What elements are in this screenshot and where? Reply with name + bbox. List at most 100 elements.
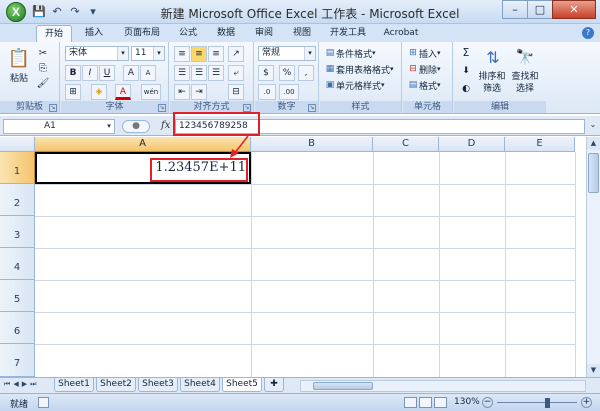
horizontal-scrollbar[interactable] bbox=[300, 380, 586, 392]
save-icon[interactable]: 💾 bbox=[32, 5, 46, 19]
paste-button[interactable]: 粘贴 bbox=[4, 71, 34, 84]
wrap-text-icon[interactable]: ⤶ bbox=[228, 65, 244, 81]
select-all-button[interactable] bbox=[0, 137, 35, 152]
page-break-view-icon[interactable] bbox=[434, 397, 447, 408]
column-header-d[interactable]: D bbox=[439, 137, 505, 152]
excel-logo-icon[interactable] bbox=[6, 2, 26, 22]
align-right-icon[interactable]: ☰ bbox=[208, 65, 224, 81]
page-layout-view-icon[interactable] bbox=[419, 397, 432, 408]
prev-sheet-icon[interactable]: ◀ bbox=[13, 380, 18, 389]
sheet-tab-2[interactable]: Sheet2 bbox=[96, 378, 136, 392]
tab-view[interactable]: 视图 bbox=[284, 25, 320, 42]
grow-font-button[interactable]: A bbox=[123, 65, 139, 81]
row-header-1[interactable]: 1 bbox=[0, 152, 35, 184]
column-header-c[interactable]: C bbox=[373, 137, 439, 152]
customize-qat-icon[interactable]: ▾ bbox=[86, 5, 100, 19]
increase-decimal-button[interactable]: .0 bbox=[258, 84, 276, 100]
alignment-launcher-icon[interactable]: ↘ bbox=[243, 104, 251, 112]
zoom-out-icon[interactable]: − bbox=[482, 397, 493, 408]
clipboard-launcher-icon[interactable]: ↘ bbox=[49, 104, 57, 112]
sheet-tab-3[interactable]: Sheet3 bbox=[138, 378, 178, 392]
sort-filter-icon[interactable]: ⇅ bbox=[480, 46, 506, 68]
last-sheet-icon[interactable]: ⏭ bbox=[30, 380, 36, 389]
zoom-slider-track[interactable] bbox=[497, 402, 577, 403]
align-center-icon[interactable]: ☰ bbox=[191, 65, 207, 81]
vertical-scrollbar[interactable]: ▲ ▼ bbox=[586, 137, 600, 377]
clear-icon[interactable]: ◐ bbox=[458, 82, 474, 98]
font-name-select[interactable]: 宋体 ▾ bbox=[65, 46, 129, 61]
formula-bar-splitter[interactable]: ● bbox=[122, 120, 150, 133]
number-format-select[interactable]: 常规 ▾ bbox=[258, 46, 316, 61]
macro-record-icon[interactable] bbox=[38, 397, 49, 408]
undo-icon[interactable]: ↶ bbox=[50, 5, 64, 19]
number-launcher-icon[interactable]: ↘ bbox=[308, 104, 316, 112]
find-select-label-2[interactable]: 选择 bbox=[508, 82, 542, 94]
increase-indent-icon[interactable]: ⇥ bbox=[191, 84, 207, 100]
format-painter-icon[interactable]: 🖌 bbox=[36, 76, 50, 90]
font-color-button[interactable]: A bbox=[115, 84, 131, 100]
tab-review[interactable]: 审阅 bbox=[246, 25, 282, 42]
row-header-6[interactable]: 6 bbox=[0, 312, 35, 344]
sheet-tab-5[interactable]: Sheet5 bbox=[222, 378, 262, 392]
first-sheet-icon[interactable]: ⏮ bbox=[4, 380, 10, 389]
cell-styles-button[interactable]: ▣ 单元格样式 ▾ bbox=[324, 78, 400, 92]
column-header-e[interactable]: E bbox=[505, 137, 575, 152]
underline-button[interactable]: U bbox=[99, 65, 115, 81]
column-header-a[interactable]: A bbox=[35, 137, 251, 152]
sheet-tab-4[interactable]: Sheet4 bbox=[180, 378, 220, 392]
align-middle-icon[interactable]: ≡ bbox=[191, 46, 207, 62]
next-sheet-icon[interactable]: ▶ bbox=[22, 380, 27, 389]
insert-cells-button[interactable]: ⊞ 插入 ▾ bbox=[407, 46, 451, 60]
align-top-icon[interactable]: ≡ bbox=[174, 46, 190, 62]
tab-page-layout[interactable]: 页面布局 bbox=[116, 25, 168, 42]
sort-filter-label-1[interactable]: 排序和 bbox=[476, 70, 508, 82]
cut-icon[interactable]: ✂ bbox=[36, 46, 50, 60]
font-size-select[interactable]: 11 ▾ bbox=[131, 46, 165, 61]
help-icon[interactable]: ? bbox=[582, 27, 594, 39]
scroll-up-icon[interactable]: ▲ bbox=[587, 137, 600, 150]
tab-developer[interactable]: 开发工具 bbox=[322, 25, 374, 42]
bold-button[interactable]: B bbox=[65, 65, 81, 81]
horizontal-scroll-thumb[interactable] bbox=[313, 382, 373, 390]
name-box[interactable]: A1 ▾ bbox=[3, 119, 115, 134]
align-bottom-icon[interactable]: ≡ bbox=[208, 46, 224, 62]
worksheet-grid[interactable]: A B C D E 1 2 3 4 5 6 7 1.23457E+11 ▲ ▼ bbox=[0, 137, 600, 377]
insert-sheet-icon[interactable]: ✚ bbox=[264, 378, 284, 392]
vertical-scroll-thumb[interactable] bbox=[588, 153, 599, 193]
zoom-in-icon[interactable]: + bbox=[581, 397, 592, 408]
sheet-tab-1[interactable]: Sheet1 bbox=[54, 378, 94, 392]
fill-color-button[interactable]: ◈ bbox=[91, 84, 107, 100]
tab-data[interactable]: 数据 bbox=[208, 25, 244, 42]
scroll-down-icon[interactable]: ▼ bbox=[587, 364, 600, 377]
percent-button[interactable]: % bbox=[279, 65, 295, 81]
row-header-5[interactable]: 5 bbox=[0, 280, 35, 312]
paste-icon[interactable]: 📋 bbox=[6, 46, 32, 70]
copy-icon[interactable]: ⎘ bbox=[36, 61, 50, 75]
currency-button[interactable]: $ bbox=[258, 65, 274, 81]
font-launcher-icon[interactable]: ↘ bbox=[158, 104, 166, 112]
zoom-slider-thumb[interactable] bbox=[545, 398, 550, 408]
zoom-level[interactable]: 130% bbox=[454, 397, 480, 407]
autosum-button[interactable]: Σ bbox=[458, 46, 474, 62]
border-button[interactable]: ⊞ bbox=[65, 84, 81, 100]
find-select-icon[interactable]: 🔭 bbox=[512, 46, 538, 68]
tab-acrobat[interactable]: Acrobat bbox=[376, 25, 426, 42]
comma-button[interactable]: , bbox=[298, 65, 314, 81]
align-left-icon[interactable]: ☰ bbox=[174, 65, 190, 81]
sort-filter-label-2[interactable]: 筛选 bbox=[476, 82, 508, 94]
italic-button[interactable]: I bbox=[82, 65, 98, 81]
row-header-2[interactable]: 2 bbox=[0, 184, 35, 216]
format-as-table-button[interactable]: ▦ 套用表格格式 ▾ bbox=[324, 62, 400, 76]
shrink-font-button[interactable]: A bbox=[140, 65, 156, 81]
find-select-label-1[interactable]: 查找和 bbox=[508, 70, 542, 82]
row-header-7[interactable]: 7 bbox=[0, 344, 35, 377]
column-header-b[interactable]: B bbox=[251, 137, 373, 152]
minimize-button[interactable]: – bbox=[502, 0, 528, 19]
orientation-icon[interactable]: ↗ bbox=[228, 46, 244, 62]
tab-home[interactable]: 开始 bbox=[36, 25, 72, 42]
row-header-4[interactable]: 4 bbox=[0, 248, 35, 280]
delete-cells-button[interactable]: ⊟ 删除 ▾ bbox=[407, 62, 451, 76]
tab-insert[interactable]: 插入 bbox=[76, 25, 112, 42]
redo-icon[interactable]: ↷ bbox=[68, 5, 82, 19]
fill-icon[interactable]: ⬇ bbox=[458, 64, 474, 80]
